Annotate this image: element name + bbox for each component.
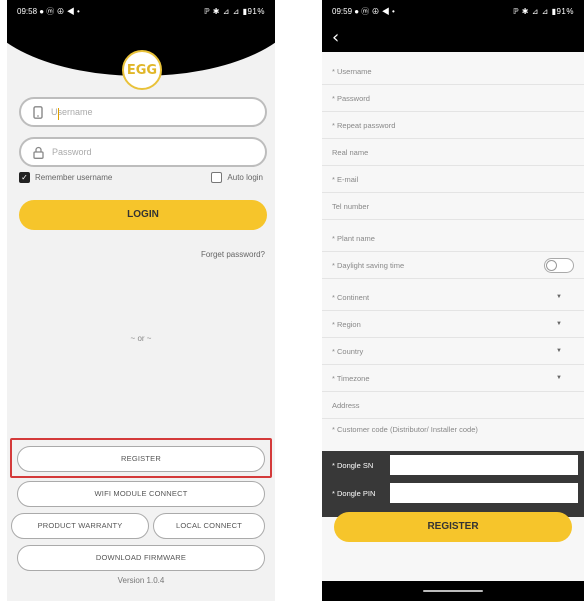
remember-username-checkbox[interactable]: ✓ Remember username <box>19 172 112 183</box>
field-label: * Timezone <box>332 373 370 383</box>
status-bar: 09:58 ● ⓜ ⊕ ◀ • ℙ ✱ ⊿ ⊿ ▮91% <box>7 0 275 22</box>
field-label: * Repeat password <box>332 120 396 130</box>
address-input[interactable]: Address <box>322 392 584 419</box>
password-input[interactable]: * Password <box>322 85 584 112</box>
phone-icon <box>33 105 43 119</box>
logo-text: EGG <box>126 62 158 78</box>
toggle-knob <box>546 260 557 271</box>
dropdown-arrow-icon: ▼ <box>556 375 562 381</box>
username-field[interactable] <box>19 97 267 127</box>
field-label: Real name <box>332 147 369 157</box>
dongle-pin-input[interactable] <box>390 483 578 503</box>
app-logo: EGG <box>122 50 162 90</box>
field-label: * Username <box>332 66 372 76</box>
local-connect-button[interactable]: LOCAL CONNECT <box>153 513 265 539</box>
dongle-sn-input[interactable] <box>390 455 578 475</box>
plant-name-input[interactable]: * Plant name <box>322 225 584 252</box>
field-label: * Customer code (Distributor/ Installer … <box>332 425 478 434</box>
lock-icon <box>33 146 44 159</box>
register-screen: 09:59 ● ⓜ ⊕ ◀ • ℙ ✱ ⊿ ⊿ ▮91% ‹ * Usernam… <box>322 0 584 601</box>
field-label: Tel number <box>332 201 370 211</box>
real-name-input[interactable]: Real name <box>322 139 584 166</box>
continent-select[interactable]: * Continent ▼ <box>322 284 584 311</box>
home-indicator[interactable] <box>423 590 483 592</box>
dropdown-arrow-icon: ▼ <box>556 294 562 300</box>
field-label: Address <box>332 400 360 410</box>
repeat-password-input[interactable]: * Repeat password <box>322 112 584 139</box>
field-label: * Daylight saving time <box>332 260 405 270</box>
wifi-module-connect-button[interactable]: WIFI MODULE CONNECT <box>17 481 265 507</box>
dropdown-arrow-icon: ▼ <box>556 348 562 354</box>
app-bar: ‹ <box>322 22 584 52</box>
gesture-nav-bar <box>322 581 584 601</box>
text-cursor <box>58 108 59 120</box>
customer-code-input[interactable]: * Customer code (Distributor/ Installer … <box>322 419 482 450</box>
field-label: * Country <box>332 346 364 356</box>
tel-number-input[interactable]: Tel number <box>322 193 584 220</box>
dongle-pin-label: * Dongle PIN <box>332 488 376 498</box>
status-icons: ℙ ✱ ⊿ ⊿ ▮91% <box>203 6 265 16</box>
daylight-saving-toggle[interactable] <box>544 258 574 273</box>
checkbox-empty-icon <box>211 172 223 183</box>
daylight-saving-row: * Daylight saving time <box>322 252 584 279</box>
or-divider: ~ or ~ <box>130 334 152 343</box>
dongle-sn-row: * Dongle SN <box>322 451 584 479</box>
username-input[interactable]: * Username <box>322 58 584 85</box>
register-button[interactable]: REGISTER <box>17 446 265 472</box>
download-firmware-button[interactable]: DOWNLOAD FIRMWARE <box>17 545 265 571</box>
register-submit-button[interactable]: REGISTER <box>334 512 572 542</box>
password-field[interactable] <box>19 137 267 167</box>
checkbox-checked-icon: ✓ <box>19 172 30 183</box>
region-select[interactable]: * Region ▼ <box>322 311 584 338</box>
field-label: * Plant name <box>332 233 375 243</box>
product-warranty-button[interactable]: PRODUCT WARRANTY <box>11 513 149 539</box>
field-label: * Region <box>332 319 361 329</box>
status-icons: ℙ ✱ ⊿ ⊿ ▮91% <box>512 6 574 16</box>
password-input[interactable] <box>52 147 232 157</box>
login-button[interactable]: LOGIN <box>19 200 267 230</box>
auto-login-checkbox[interactable]: Auto login <box>211 172 263 183</box>
status-time: 09:59 ● ⓜ ⊕ ◀ • <box>332 6 395 16</box>
username-input[interactable] <box>51 107 231 117</box>
country-select[interactable]: * Country ▼ <box>322 338 584 365</box>
field-label: * Password <box>332 93 370 103</box>
dropdown-arrow-icon: ▼ <box>556 321 562 327</box>
forgot-password-link[interactable]: Forget password? <box>201 250 265 259</box>
field-label: * E-mail <box>332 174 359 184</box>
login-options: ✓ Remember username Auto login <box>19 172 263 188</box>
dongle-pin-row: * Dongle PIN <box>322 479 584 507</box>
login-screen: 09:58 ● ⓜ ⊕ ◀ • ℙ ✱ ⊿ ⊿ ▮91% EGG ✓ Remem… <box>7 0 275 601</box>
back-arrow-icon[interactable]: ‹ <box>332 27 339 48</box>
field-label: * Continent <box>332 292 370 302</box>
email-input[interactable]: * E-mail <box>322 166 584 193</box>
auto-login-label: Auto login <box>227 173 263 182</box>
timezone-select[interactable]: * Timezone ▼ <box>322 365 584 392</box>
dongle-sn-label: * Dongle SN <box>332 460 374 470</box>
remember-username-label: Remember username <box>35 173 113 182</box>
status-time: 09:58 ● ⓜ ⊕ ◀ • <box>17 6 80 16</box>
status-bar: 09:59 ● ⓜ ⊕ ◀ • ℙ ✱ ⊿ ⊿ ▮91% <box>322 0 584 22</box>
version-label: Version 1.0.4 <box>117 576 165 585</box>
